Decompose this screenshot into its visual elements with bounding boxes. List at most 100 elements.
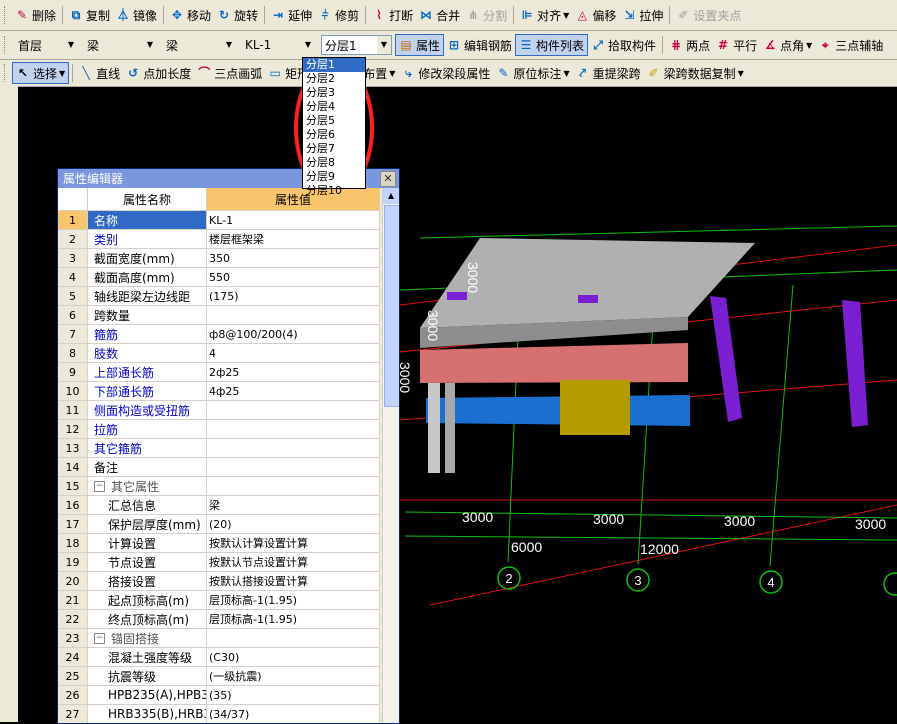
- select-button[interactable]: ↖ 选择 ▼: [12, 62, 70, 84]
- property-value[interactable]: 按默认搭接设置计算: [207, 572, 380, 591]
- point-length-button[interactable]: ↺ 点加长度: [123, 62, 194, 84]
- property-value[interactable]: [207, 401, 380, 420]
- layer-option[interactable]: 分层9: [303, 170, 365, 184]
- layer-option[interactable]: 分层4: [303, 100, 365, 114]
- property-value[interactable]: 4: [207, 344, 380, 363]
- property-value[interactable]: [207, 420, 380, 439]
- floor-select[interactable]: 首层 ▼: [15, 36, 78, 54]
- property-value[interactable]: (C30): [207, 648, 380, 667]
- property-value[interactable]: ф8@100/200(4): [207, 325, 380, 344]
- collapse-icon[interactable]: −: [94, 632, 105, 644]
- align-button[interactable]: ⊫ 对齐 ▼: [517, 4, 572, 26]
- property-value[interactable]: [207, 306, 380, 325]
- close-icon[interactable]: ✕: [380, 171, 396, 187]
- property-value[interactable]: 梁: [207, 496, 380, 515]
- toolbar-grip[interactable]: [4, 36, 8, 54]
- dimension-label: 3000: [425, 310, 441, 341]
- two-points-button[interactable]: ⋕ 两点: [666, 34, 713, 56]
- rotate-button[interactable]: ↻ 旋转: [214, 4, 261, 26]
- re-extract-span-button[interactable]: ⤤ 重提梁跨: [573, 62, 644, 84]
- property-value[interactable]: 层顶标高-1(1.95): [207, 610, 380, 629]
- copy-button[interactable]: ⧉ 复制: [66, 4, 113, 26]
- scroll-thumb[interactable]: [384, 205, 399, 407]
- property-value[interactable]: (175): [207, 287, 380, 306]
- property-value[interactable]: [207, 458, 380, 477]
- chevron-down-icon: ▼: [563, 68, 570, 78]
- layer-option[interactable]: 分层3: [303, 86, 365, 100]
- layer-option[interactable]: 分层1: [303, 58, 365, 72]
- toolbar-grip[interactable]: [4, 64, 8, 82]
- parallel-button[interactable]: # 平行: [713, 34, 760, 56]
- span-data-copy-button[interactable]: ✐ 梁跨数据复制 ▼: [644, 62, 747, 84]
- property-value[interactable]: 按默认节点设置计算: [207, 553, 380, 572]
- modify-span-properties-button[interactable]: ⤷ 修改梁段属性: [398, 62, 493, 84]
- property-value[interactable]: 楼层框架梁: [207, 230, 380, 249]
- property-value[interactable]: [207, 477, 380, 496]
- property-value[interactable]: 层顶标高-1(1.95): [207, 591, 380, 610]
- property-value[interactable]: [207, 439, 380, 458]
- line-button[interactable]: ╲ 直线: [76, 62, 123, 84]
- pick-component-button[interactable]: ⤢ 拾取构件: [588, 34, 659, 56]
- align-icon: ⊫: [521, 8, 533, 22]
- property-name: − 锚固搭接: [88, 629, 207, 648]
- category-select[interactable]: 梁 ▼: [84, 36, 157, 54]
- property-value[interactable]: (一级抗震): [207, 667, 380, 686]
- edit-rebar-button[interactable]: ⊞ 编辑钢筋: [444, 34, 515, 56]
- row-number: 1: [58, 211, 88, 230]
- mirror-icon: ⏃: [117, 8, 130, 22]
- modify-icon: ⤷: [405, 66, 412, 80]
- trim-button[interactable]: ⫩ 修剪: [315, 4, 362, 26]
- layer-option[interactable]: 分层7: [303, 142, 365, 156]
- axis-label: 4: [767, 575, 774, 590]
- layer-option[interactable]: 分层8: [303, 156, 365, 170]
- layer-select[interactable]: 分层1 ▼: [321, 35, 392, 55]
- mirror-button[interactable]: ⏃ 镜像: [113, 4, 160, 26]
- row-number: 23: [58, 629, 88, 648]
- layer-option[interactable]: 分层5: [303, 114, 365, 128]
- scroll-up-arrow-icon[interactable]: ▲: [383, 188, 399, 204]
- three-point-arc-button[interactable]: ⌒ 三点画弧: [194, 62, 265, 84]
- property-value[interactable]: KL-1: [207, 211, 380, 230]
- property-value[interactable]: 350: [207, 249, 380, 268]
- property-value[interactable]: 550: [207, 268, 380, 287]
- stretch-button[interactable]: ⇲ 拉伸: [619, 4, 666, 26]
- property-value[interactable]: (20): [207, 515, 380, 534]
- component-select[interactable]: KL-1 ▼: [242, 36, 315, 54]
- property-value[interactable]: [207, 629, 380, 648]
- property-value[interactable]: 按默认计算设置计算: [207, 534, 380, 553]
- offset-button[interactable]: ◬ 偏移: [572, 4, 619, 26]
- corner-header: [58, 188, 88, 211]
- property-value[interactable]: 4ф25: [207, 382, 380, 401]
- in-situ-annotation-button[interactable]: ✎ 原位标注 ▼: [493, 62, 572, 84]
- property-name: HPB235(A),HPB3: [88, 686, 207, 705]
- three-point-axis-button[interactable]: ⌖ 三点辅轴: [815, 34, 886, 56]
- properties-button[interactable]: ▤ 属性: [395, 34, 445, 56]
- dimension-label: 3000: [593, 511, 624, 527]
- set-grip-button[interactable]: ✐ 设置夹点: [673, 4, 744, 26]
- property-value[interactable]: 2ф25: [207, 363, 380, 382]
- merge-button[interactable]: ⋈ 合并: [416, 4, 463, 26]
- row-number: 14: [58, 458, 88, 477]
- component-list-button[interactable]: ☰ 构件列表: [515, 34, 589, 56]
- type-select[interactable]: 梁 ▼: [163, 36, 236, 54]
- layer-option[interactable]: 分层6: [303, 128, 365, 142]
- split-button[interactable]: ⋔ 分割: [463, 4, 510, 26]
- vertical-scrollbar[interactable]: ▲: [382, 188, 399, 723]
- extend-button[interactable]: ⇥ 延伸: [268, 4, 315, 26]
- move-button[interactable]: ✥ 移动: [167, 4, 214, 26]
- rectangle-icon: ▭: [269, 66, 281, 80]
- toolbar-grip[interactable]: [4, 6, 8, 24]
- property-value[interactable]: (34/37): [207, 705, 380, 723]
- layer-option[interactable]: 分层10: [303, 184, 365, 198]
- property-value[interactable]: (35): [207, 686, 380, 705]
- layer-option[interactable]: 分层2: [303, 72, 365, 86]
- row-number: 9: [58, 363, 88, 382]
- point-angle-button[interactable]: ∡ 点角 ▼: [760, 34, 815, 56]
- dimension-label: 3000: [724, 513, 755, 529]
- break-button[interactable]: ⌇ 打断: [369, 4, 416, 26]
- delete-button[interactable]: ✎ 删除: [12, 4, 59, 26]
- collapse-icon[interactable]: −: [94, 480, 105, 492]
- point-angle-icon: ∡: [764, 38, 776, 52]
- parallel-icon: #: [718, 38, 729, 52]
- row-number: 24: [58, 648, 88, 667]
